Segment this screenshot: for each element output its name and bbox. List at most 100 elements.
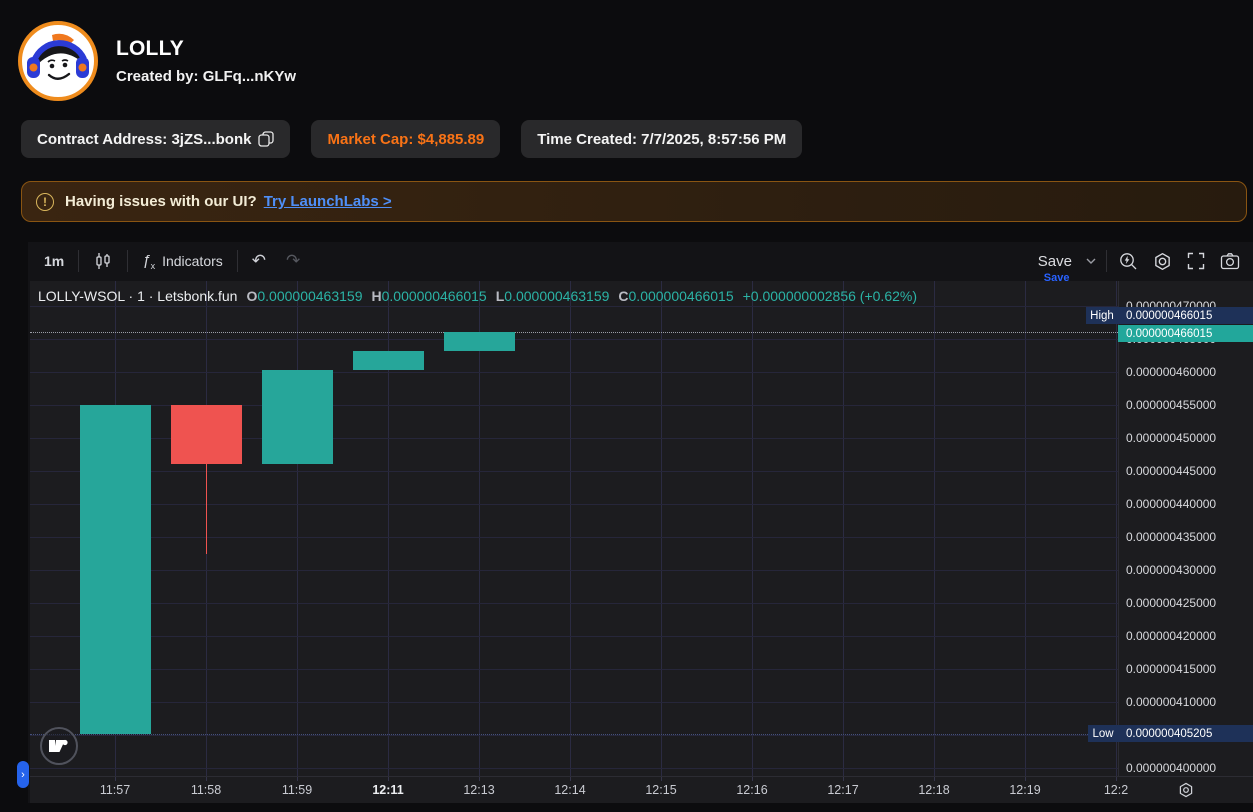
chart-plot-area[interactable]: LOLLY-WSOL · 1 · Letsbonk.fun O 0.0000004… (30, 281, 1118, 776)
copy-icon[interactable] (258, 131, 274, 147)
horizontal-gridline (30, 504, 1118, 505)
contract-address-chip[interactable]: Contract Address: 3jZS...bonk (21, 120, 290, 158)
horizontal-gridline (30, 636, 1118, 637)
tradingview-mark-icon (48, 738, 70, 754)
price-tick-label: 0.000000430000 (1126, 563, 1216, 577)
legend-close-value: 0.000000466015 (629, 288, 734, 304)
token-trading-page: { "header": { "title": "LOLLY", "created… (0, 0, 1253, 812)
price-tick-label: 0.000000445000 (1126, 464, 1216, 478)
chart-style-button[interactable] (83, 247, 123, 275)
horizontal-gridline (30, 768, 1118, 769)
gear-icon (1178, 782, 1194, 798)
time-tick-mark (115, 777, 116, 781)
legend-low-value: 0.000000463159 (504, 288, 609, 304)
time-tick-mark (752, 777, 753, 781)
banner-text: Having issues with our UI? (65, 193, 257, 210)
low-price-dotted-line (30, 734, 1090, 735)
contract-address-text: Contract Address: 3jZS...bonk (37, 131, 251, 148)
token-header: LOLLY Created by: GLFq...nKYw (18, 21, 296, 101)
legend-high-value: 0.000000466015 (382, 288, 487, 304)
price-axis[interactable]: 0.0000004700000.0000004650000.0000004600… (1118, 281, 1253, 776)
expand-drawing-toolbar-handle[interactable]: › (17, 761, 29, 788)
time-tick-mark (1116, 777, 1117, 781)
fullscreen-icon (1187, 252, 1205, 270)
fullscreen-button[interactable] (1179, 247, 1213, 275)
price-tick-label: 0.000000420000 (1126, 629, 1216, 643)
indicators-label: Indicators (162, 253, 223, 269)
launchlabs-link[interactable]: Try LaunchLabs > (264, 193, 392, 210)
time-label: 11:58 (191, 783, 221, 797)
legend-low-key: L (496, 288, 505, 304)
time-label: 12:14 (554, 783, 585, 797)
chart-legend: LOLLY-WSOL · 1 · Letsbonk.fun O 0.0000004… (38, 288, 917, 304)
price-tick-label: 0.000000450000 (1126, 431, 1216, 445)
time-label: 12:11 (372, 783, 403, 797)
price-tick-label: 0.000000415000 (1126, 662, 1216, 676)
horizontal-gridline (30, 603, 1118, 604)
alert-circle-icon: ! (36, 193, 54, 211)
market-cap-text: Market Cap: $4,885.89 (327, 131, 484, 148)
save-layout-button[interactable]: Save Save (1038, 253, 1102, 270)
candle-wick (206, 464, 207, 554)
indicators-fx-icon: ƒx (142, 252, 155, 271)
chart-settings-button[interactable] (1145, 247, 1179, 275)
time-label: 11:59 (282, 783, 312, 797)
lolly-mascot-icon (22, 25, 94, 97)
candle-11:59 (262, 370, 333, 464)
gear-icon (1153, 252, 1172, 271)
redo-button[interactable]: ↷ (276, 247, 310, 275)
legend-open-key: O (246, 288, 257, 304)
undo-button[interactable]: ↶ (242, 247, 276, 275)
horizontal-gridline (30, 471, 1118, 472)
time-tick-mark (843, 777, 844, 781)
time-tick-mark (479, 777, 480, 781)
low-price-badge: 0.000000405205 (1118, 725, 1253, 742)
snapshot-button[interactable] (1213, 247, 1247, 275)
chevron-down-icon[interactable] (1080, 256, 1102, 266)
interval-button[interactable]: 1m (34, 247, 74, 275)
toolbar-separator (127, 250, 128, 272)
price-tick-label: 0.000000455000 (1126, 398, 1216, 412)
legend-change: +0.000000002856 (+0.62%) (743, 288, 917, 304)
horizontal-gridline (30, 735, 1118, 736)
indicators-button[interactable]: ƒx Indicators (132, 247, 233, 275)
candle-12:13 (444, 332, 515, 351)
candle-11:58 (171, 405, 242, 464)
tradingview-logo[interactable] (40, 727, 78, 765)
horizontal-gridline (30, 306, 1118, 307)
chart-toolbar: 1m ƒx Indicators ↶ ↷ Save Save (28, 242, 1253, 280)
time-axis[interactable]: 11:5711:5811:5912:1112:1312:1412:1512:16… (30, 777, 1253, 803)
candle-12:11 (353, 351, 424, 370)
camera-snapshot-icon (1220, 252, 1240, 270)
price-tick-label: 0.000000400000 (1126, 761, 1216, 775)
legend-symbol[interactable]: LOLLY-WSOL · 1 · Letsbonk.fun (38, 288, 237, 304)
horizontal-gridline (30, 702, 1118, 703)
high-price-badge: 0.000000466015 (1118, 307, 1253, 324)
legend-high-key: H (371, 288, 381, 304)
last-price-badge: 0.000000466015 (1118, 325, 1253, 342)
horizontal-gridline (30, 669, 1118, 670)
time-tick-mark (297, 777, 298, 781)
legend-close-key: C (618, 288, 628, 304)
market-cap-chip: Market Cap: $4,885.89 (311, 120, 500, 158)
time-label: 12:19 (1009, 783, 1040, 797)
horizontal-gridline (30, 537, 1118, 538)
low-line-label: Low (1088, 725, 1118, 742)
price-tick-label: 0.000000425000 (1126, 596, 1216, 610)
ui-issues-banner: ! Having issues with our UI? Try LaunchL… (21, 181, 1247, 222)
price-tick-label: 0.000000440000 (1126, 497, 1216, 511)
candlestick-style-icon (93, 251, 113, 271)
price-tick-label: 0.000000435000 (1126, 530, 1216, 544)
time-label: 12:17 (827, 783, 858, 797)
time-label: 12:18 (918, 783, 949, 797)
quick-search-button[interactable] (1111, 247, 1145, 275)
toolbar-separator (1106, 250, 1107, 272)
time-tick-mark (388, 777, 389, 781)
time-tick-mark (1025, 777, 1026, 781)
toolbar-separator (237, 250, 238, 272)
info-chips-row: Contract Address: 3jZS...bonk Market Cap… (21, 120, 802, 158)
time-label: 12:13 (463, 783, 494, 797)
toolbar-separator (78, 250, 79, 272)
axis-settings-corner[interactable] (1118, 777, 1253, 803)
candle-11:57 (80, 405, 151, 734)
